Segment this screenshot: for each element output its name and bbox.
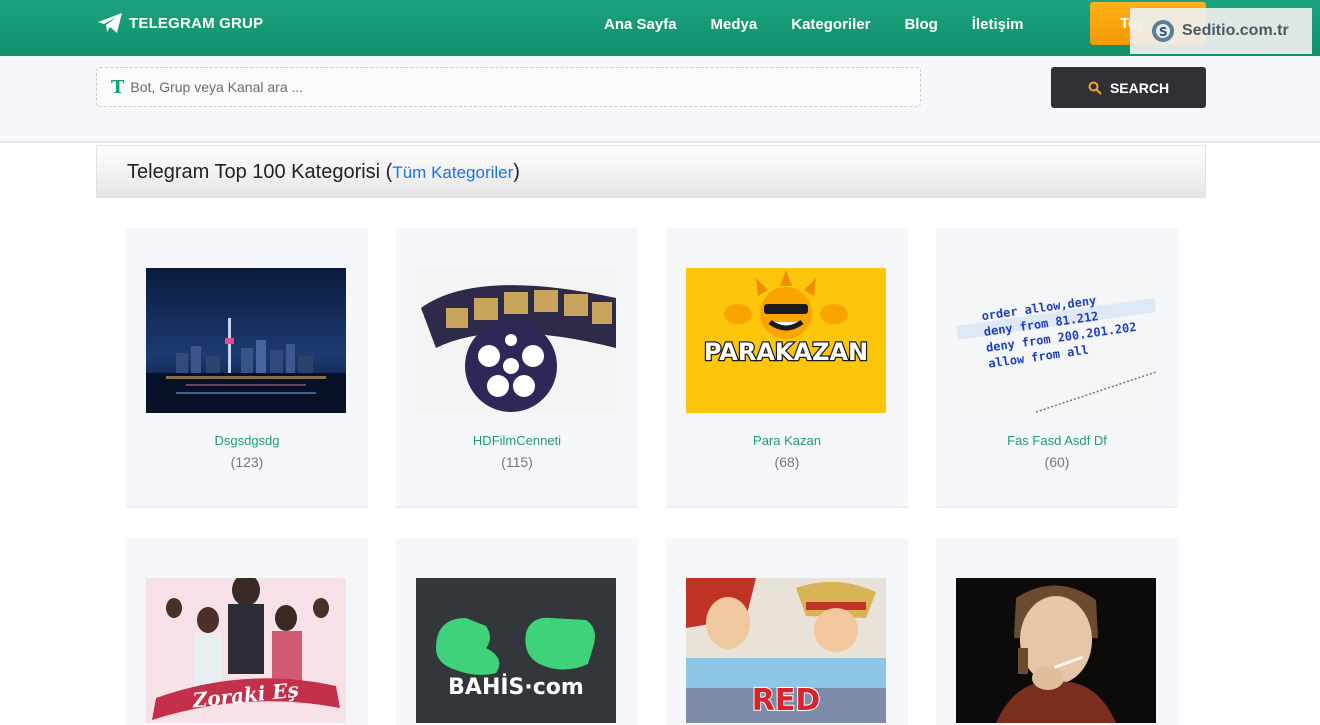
watermark: S Seditio.com.tr: [1130, 8, 1312, 54]
city-night-skyline-image[interactable]: [146, 268, 346, 413]
code-text-image[interactable]: order allow,deny deny from 81.212 deny f…: [956, 268, 1156, 413]
nav-media[interactable]: Medya: [711, 16, 758, 33]
search-button[interactable]: SEARCH: [1051, 67, 1206, 108]
seditio-logo-icon: S: [1152, 20, 1174, 42]
parakazan-logo-image[interactable]: PARAKAZAN: [686, 268, 886, 413]
category-card[interactable]: [936, 538, 1178, 725]
card-name[interactable]: Dsgsdgsdg: [126, 433, 368, 448]
category-card[interactable]: BAHİS·com: [396, 538, 638, 725]
category-card[interactable]: HDFilmCenneti (115): [396, 228, 638, 508]
category-card[interactable]: RED: [666, 538, 908, 725]
brand-name: TELEGRAM GRUP: [129, 14, 264, 32]
category-card[interactable]: PARAKAZAN Para Kazan (68): [666, 228, 908, 508]
search-button-label: SEARCH: [1109, 79, 1170, 96]
nav-home[interactable]: Ana Sayfa: [604, 16, 677, 33]
category-card[interactable]: Zoraki Eş: [126, 538, 368, 725]
watermark-text: Seditio.com.tr: [1182, 22, 1289, 39]
section-header: Telegram Top 100 Kategorisi (Tüm Kategor…: [96, 145, 1206, 198]
category-card[interactable]: order allow,deny deny from 81.212 deny f…: [936, 228, 1178, 508]
parakazan-logo-text: PARAKAZAN: [704, 338, 868, 366]
nav-blog[interactable]: Blog: [904, 16, 937, 33]
film-reel-image[interactable]: [416, 268, 616, 413]
card-count: (60): [1044, 454, 1070, 470]
main-nav: Ana Sayfa Medya Kategoriler Blog İletişi…: [604, 16, 1057, 33]
bahis-logo-text: BAHİS·com: [448, 674, 584, 700]
card-name[interactable]: Fas Fasd Asdf Df: [936, 433, 1178, 448]
card-count: (123): [230, 454, 264, 470]
anime-poster-image[interactable]: RED: [686, 578, 886, 723]
card-count: (115): [501, 454, 533, 470]
section-title: Telegram Top 100 Kategorisi (Tüm Kategor…: [127, 161, 520, 183]
bahis-logo-image[interactable]: BAHİS·com: [416, 578, 616, 723]
all-categories-link[interactable]: Tüm Kategoriler: [392, 163, 513, 182]
text-cursor-icon: T: [111, 76, 125, 98]
card-name[interactable]: HDFilmCenneti: [396, 433, 638, 448]
nav-categories[interactable]: Kategoriler: [791, 16, 870, 33]
search-input[interactable]: [130, 79, 831, 95]
portrait-smoking-image[interactable]: [956, 578, 1156, 723]
card-name[interactable]: Para Kazan: [666, 433, 908, 448]
card-count: (68): [774, 454, 800, 470]
telegram-icon: [98, 13, 122, 33]
search-icon: [1088, 81, 1102, 95]
svg-text:S: S: [1159, 25, 1168, 39]
drama-poster-image[interactable]: Zoraki Eş: [146, 578, 346, 723]
category-card[interactable]: Dsgsdgsdg (123): [126, 228, 368, 508]
search-box[interactable]: T: [96, 67, 921, 107]
nav-contact[interactable]: İletişim: [972, 16, 1024, 33]
brand-logo[interactable]: TELEGRAM GRUP: [97, 12, 263, 34]
search-band: T SEARCH: [0, 56, 1320, 143]
anime-poster-text: RED: [752, 683, 821, 718]
top-navbar: TELEGRAM GRUP Ana Sayfa Medya Kategorile…: [0, 0, 1320, 56]
